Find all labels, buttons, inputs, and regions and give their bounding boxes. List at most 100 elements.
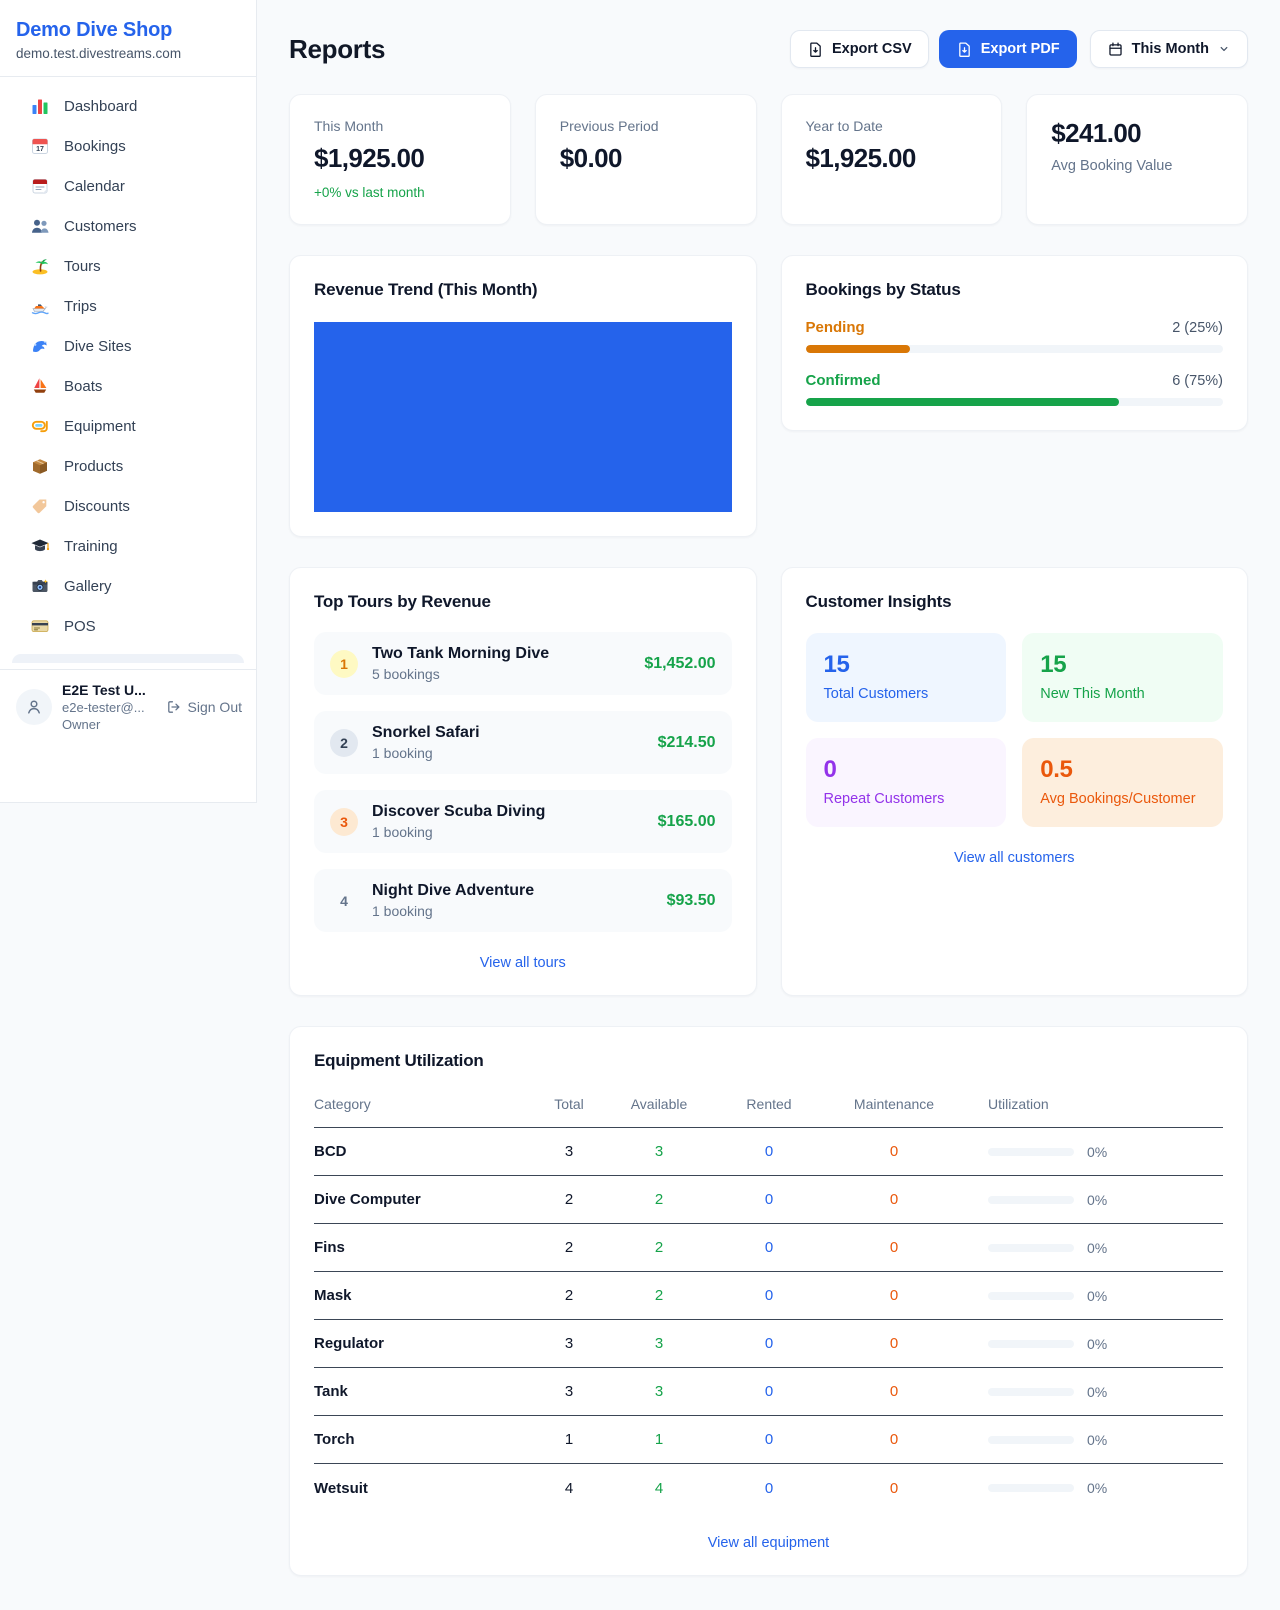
- trips-icon: [30, 296, 50, 316]
- file-download-icon: [956, 41, 973, 58]
- stat-value: $1,925.00: [314, 143, 486, 174]
- period-label: This Month: [1132, 41, 1209, 57]
- cell-rented: 0: [714, 1480, 824, 1497]
- cell-rented: 0: [714, 1431, 824, 1448]
- user-info: E2E Test U... e2e-tester@... Owner: [62, 682, 146, 732]
- stat-card-avg-booking-value: $241.00 Avg Booking Value: [1026, 94, 1248, 225]
- utilization-percent: 0%: [1087, 1432, 1107, 1448]
- utilization-bar-track: [988, 1484, 1074, 1492]
- sidebar-item-calendar[interactable]: Calendar: [0, 166, 256, 206]
- sidebar-item-discounts[interactable]: Discounts: [0, 486, 256, 526]
- utilization-percent: 0%: [1087, 1288, 1107, 1304]
- rank-badge: 3: [330, 808, 358, 836]
- logout-icon: [166, 699, 182, 715]
- tour-list-item: 2 Snorkel Safari 1 booking $214.50: [314, 711, 732, 774]
- cell-category: Torch: [314, 1431, 534, 1448]
- sidebar-item-label: Bookings: [64, 138, 126, 155]
- user-name: E2E Test U...: [62, 682, 146, 698]
- sign-out-button[interactable]: Sign Out: [166, 699, 242, 715]
- avatar: [16, 689, 52, 725]
- sidebar-nav: Dashboard 17 Bookings Calendar Customers…: [0, 77, 256, 646]
- cell-rented: 0: [714, 1191, 824, 1208]
- sidebar-item-trips[interactable]: Trips: [0, 286, 256, 326]
- view-all-tours-link[interactable]: View all tours: [314, 955, 732, 971]
- bookings-icon: 17: [30, 136, 50, 156]
- customer-insights-card: Customer Insights 15 Total Customers 15 …: [781, 567, 1249, 996]
- export-csv-button[interactable]: Export CSV: [790, 30, 929, 68]
- revenue-trend-card: Revenue Trend (This Month): [289, 255, 757, 537]
- export-pdf-button[interactable]: Export PDF: [939, 30, 1077, 68]
- sidebar-item-training[interactable]: Training: [0, 526, 256, 566]
- status-progress-track: [806, 345, 1224, 353]
- customer-insights-title: Customer Insights: [806, 592, 1224, 612]
- status-count: 2 (25%): [1172, 320, 1223, 336]
- main-content: Reports Export CSV Export PDF: [257, 0, 1280, 1610]
- cell-category: BCD: [314, 1143, 534, 1160]
- tour-bookings: 1 booking: [372, 745, 480, 761]
- cell-available: 2: [604, 1287, 714, 1304]
- discounts-icon: [30, 496, 50, 516]
- sidebar-item-equipment[interactable]: Equipment: [0, 406, 256, 446]
- insight-value: 0.5: [1040, 756, 1205, 784]
- cell-category: Mask: [314, 1287, 534, 1304]
- sidebar-item-label: Tours: [64, 258, 101, 275]
- tour-revenue: $1,452.00: [644, 655, 715, 673]
- insight-label: Avg Bookings/Customer: [1040, 791, 1205, 807]
- cell-available: 2: [604, 1239, 714, 1256]
- header-actions: Export CSV Export PDF This Month: [790, 30, 1248, 68]
- calendar-icon: [30, 176, 50, 196]
- rank-badge: 4: [330, 887, 358, 915]
- cell-rented: 0: [714, 1383, 824, 1400]
- sidebar-item-products[interactable]: Products: [0, 446, 256, 486]
- cell-available: 1: [604, 1431, 714, 1448]
- tour-list-item: 1 Two Tank Morning Dive 5 bookings $1,45…: [314, 632, 732, 695]
- period-select[interactable]: This Month: [1090, 30, 1248, 68]
- status-rows: Pending 2 (25%) Confirmed 6 (75%): [806, 319, 1224, 406]
- stat-value: $0.00: [560, 143, 732, 174]
- utilization-percent: 0%: [1087, 1384, 1107, 1400]
- col-header-category: Category: [314, 1096, 534, 1112]
- tour-bookings: 1 booking: [372, 903, 534, 919]
- utilization-percent: 0%: [1087, 1144, 1107, 1160]
- bookings-by-status-title: Bookings by Status: [806, 280, 1224, 300]
- cell-maintenance: 0: [824, 1480, 964, 1497]
- insight-label: Repeat Customers: [824, 791, 989, 807]
- sidebar-item-dive-sites[interactable]: Dive Sites: [0, 326, 256, 366]
- sidebar-item-customers[interactable]: Customers: [0, 206, 256, 246]
- stat-delta: +0% vs last month: [314, 185, 486, 200]
- stat-card-previous-period: Previous Period $0.00: [535, 94, 757, 225]
- sidebar-item-tours[interactable]: Tours: [0, 246, 256, 286]
- sidebar-item-label: Discounts: [64, 498, 130, 515]
- utilization-percent: 0%: [1087, 1240, 1107, 1256]
- sidebar-active-item-partial[interactable]: [12, 654, 244, 663]
- sidebar-item-dashboard[interactable]: Dashboard: [0, 86, 256, 126]
- page-title: Reports: [289, 34, 385, 65]
- utilization-percent: 0%: [1087, 1192, 1107, 1208]
- view-all-customers-link[interactable]: View all customers: [806, 850, 1224, 866]
- cell-total: 2: [534, 1239, 604, 1256]
- cell-total: 1: [534, 1431, 604, 1448]
- sidebar-item-gallery[interactable]: Gallery: [0, 566, 256, 606]
- sidebar: Demo Dive Shop demo.test.divestreams.com…: [0, 0, 257, 803]
- view-all-equipment-link[interactable]: View all equipment: [314, 1535, 1223, 1551]
- insight-tile: 0.5 Avg Bookings/Customer: [1022, 738, 1223, 827]
- cell-available: 4: [604, 1480, 714, 1497]
- top-tours-card: Top Tours by Revenue 1 Two Tank Morning …: [289, 567, 757, 996]
- cell-rented: 0: [714, 1335, 824, 1352]
- insight-label: New This Month: [1040, 686, 1205, 702]
- tours-icon: [30, 256, 50, 276]
- sidebar-item-pos[interactable]: POS: [0, 606, 256, 646]
- col-header-available: Available: [604, 1096, 714, 1112]
- sidebar-item-bookings[interactable]: 17 Bookings: [0, 126, 256, 166]
- export-pdf-label: Export PDF: [981, 41, 1060, 57]
- sign-out-label: Sign Out: [188, 699, 242, 715]
- tour-list: 1 Two Tank Morning Dive 5 bookings $1,45…: [314, 612, 732, 932]
- sidebar-item-label: Products: [64, 458, 123, 475]
- utilization-percent: 0%: [1087, 1480, 1107, 1496]
- table-row: Torch 1 1 0 0 0%: [314, 1416, 1223, 1464]
- tour-name: Night Dive Adventure: [372, 882, 534, 900]
- insight-label: Total Customers: [824, 686, 989, 702]
- sidebar-item-boats[interactable]: Boats: [0, 366, 256, 406]
- cell-total: 2: [534, 1287, 604, 1304]
- cell-available: 3: [604, 1383, 714, 1400]
